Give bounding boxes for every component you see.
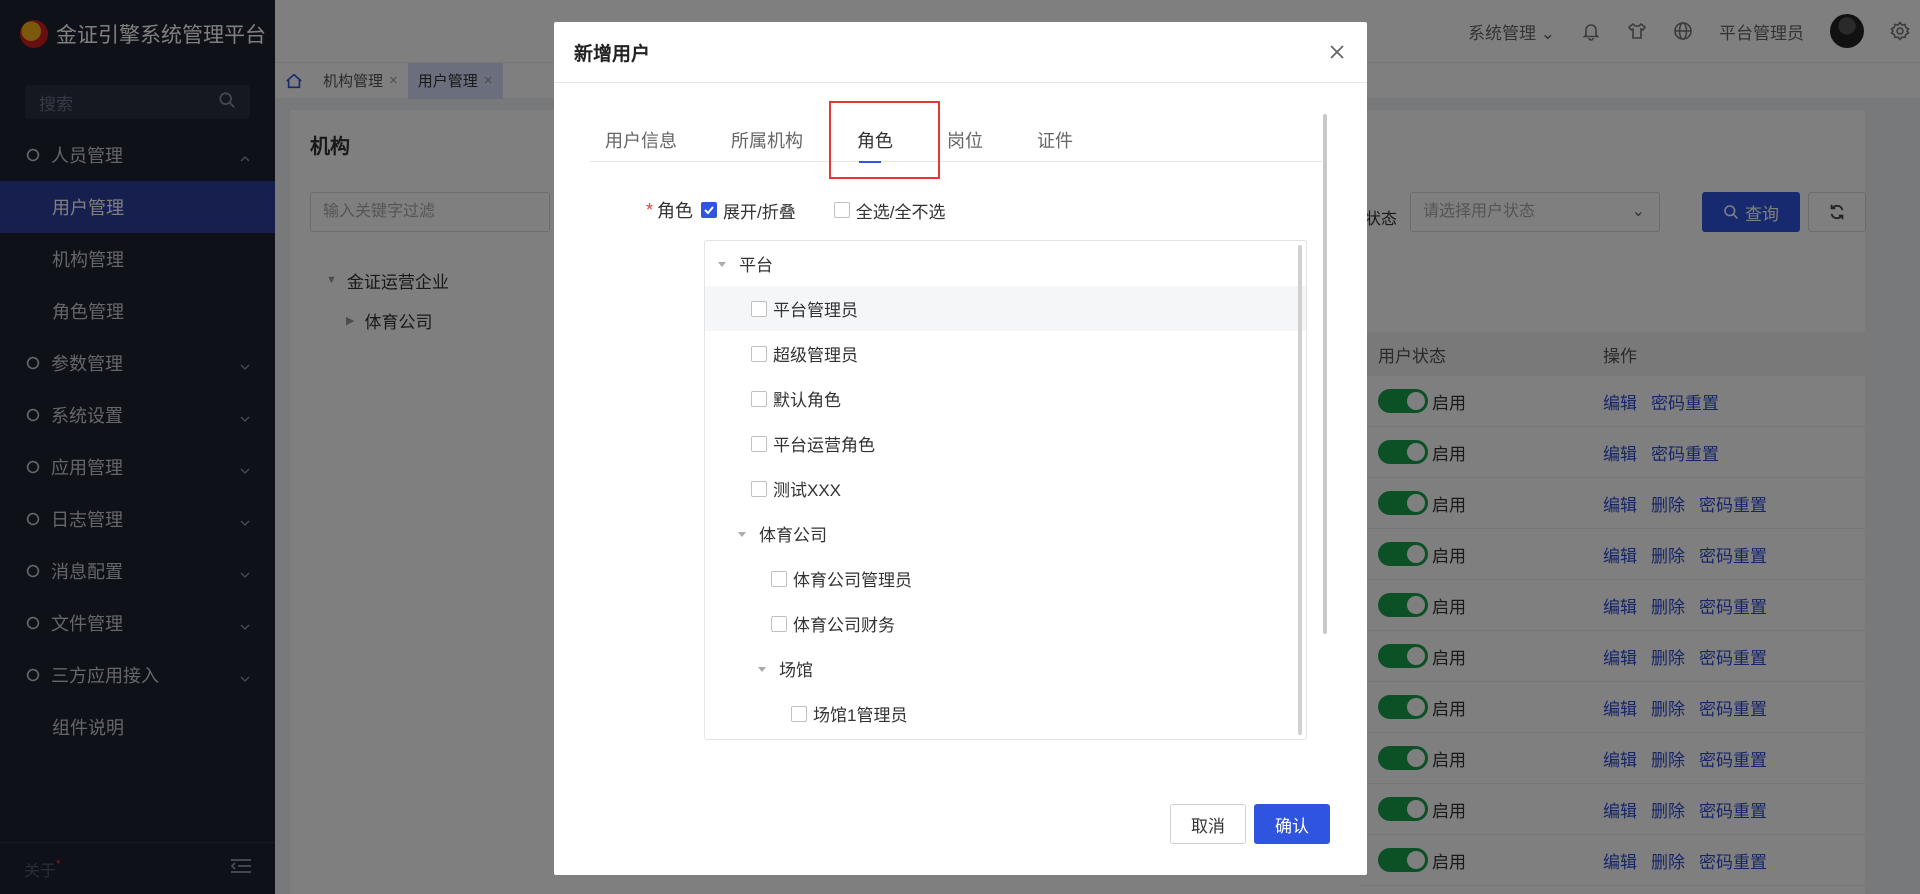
- role-node-label: 场馆1管理员: [813, 706, 908, 725]
- role-node-label: 体育公司财务: [793, 616, 895, 635]
- dialog-header: 新增用户: [554, 22, 1367, 83]
- role-tree-node[interactable]: 平台运营角色: [705, 421, 1306, 466]
- role-field: * 角色 展开/折叠 全选/全不选: [646, 197, 975, 223]
- role-node-label: 平台运营角色: [773, 436, 875, 455]
- dialog-title: 新增用户: [574, 43, 651, 65]
- role-tree-node[interactable]: 平台管理员: [705, 286, 1306, 331]
- role-tree: 平台平台管理员超级管理员默认角色平台运营角色 测试XXX 体育公司体育公司管理员 体育…: [704, 240, 1307, 740]
- role-node-label: 默认角色: [773, 391, 841, 410]
- caret-down-icon[interactable]: [717, 259, 727, 269]
- role-tree-node[interactable]: 体育公司财务: [705, 601, 1306, 646]
- role-node-label: 场馆: [779, 661, 813, 680]
- confirm-button[interactable]: 确认: [1254, 804, 1330, 844]
- expand-collapse-checkbox[interactable]: 展开/折叠: [701, 198, 796, 223]
- select-all-checkbox[interactable]: 全选/全不选: [833, 198, 945, 223]
- role-tree-node[interactable]: 默认角色: [705, 376, 1306, 421]
- role-node-label: 测试XXX: [773, 481, 842, 500]
- checkbox-icon[interactable]: [751, 480, 767, 497]
- dialog-tabs: 用户信息 所属机构 角色 岗位 证件: [590, 117, 1322, 163]
- role-tree-node[interactable]: 超级管理员: [705, 331, 1306, 376]
- role-node-label: 体育公司管理员: [793, 571, 912, 590]
- role-label: 角色: [657, 201, 694, 221]
- checkbox-icon: [833, 202, 850, 218]
- tab-certificate[interactable]: 证件: [1022, 117, 1088, 162]
- role-tree-node[interactable]: 平台: [705, 241, 1306, 286]
- role-node-label: 平台管理员: [773, 301, 858, 320]
- highlight-box: [829, 101, 940, 179]
- role-tree-node[interactable]: 场馆1管理员: [705, 691, 1306, 736]
- cancel-button[interactable]: 取消: [1170, 804, 1246, 844]
- role-node-label: 超级管理员: [773, 346, 858, 365]
- caret-down-icon[interactable]: [757, 664, 767, 674]
- checkbox-icon[interactable]: [791, 705, 807, 722]
- role-tree-node[interactable]: 体育公司: [705, 511, 1306, 556]
- close-icon[interactable]: [1327, 42, 1347, 62]
- required-mark: *: [646, 199, 654, 220]
- checkbox-icon[interactable]: [751, 390, 767, 407]
- role-tree-node[interactable]: 测试XXX: [705, 466, 1306, 511]
- add-user-dialog: 新增用户 用户信息 所属机构 角色 岗位 证件 * 角色 展开/折叠 全选/全不…: [554, 22, 1367, 875]
- tree-scrollbar[interactable]: [1298, 245, 1302, 735]
- tab-position[interactable]: 岗位: [932, 117, 998, 162]
- tab-org[interactable]: 所属机构: [716, 117, 818, 162]
- tab-user-info[interactable]: 用户信息: [590, 117, 692, 162]
- role-node-label: 体育公司: [759, 526, 827, 545]
- role-node-label: 平台: [739, 256, 773, 275]
- checkbox-icon[interactable]: [751, 300, 767, 317]
- checkbox-checked-icon: [701, 202, 718, 218]
- checkbox-icon[interactable]: [751, 435, 767, 452]
- checkbox-icon[interactable]: [751, 345, 767, 362]
- role-tree-node[interactable]: 场馆: [705, 646, 1306, 691]
- checkbox-icon[interactable]: [771, 615, 787, 632]
- role-tree-node[interactable]: 体育公司管理员: [705, 556, 1306, 601]
- caret-down-icon[interactable]: [737, 529, 747, 539]
- checkbox-icon[interactable]: [771, 570, 787, 587]
- dialog-scrollbar[interactable]: [1323, 114, 1327, 634]
